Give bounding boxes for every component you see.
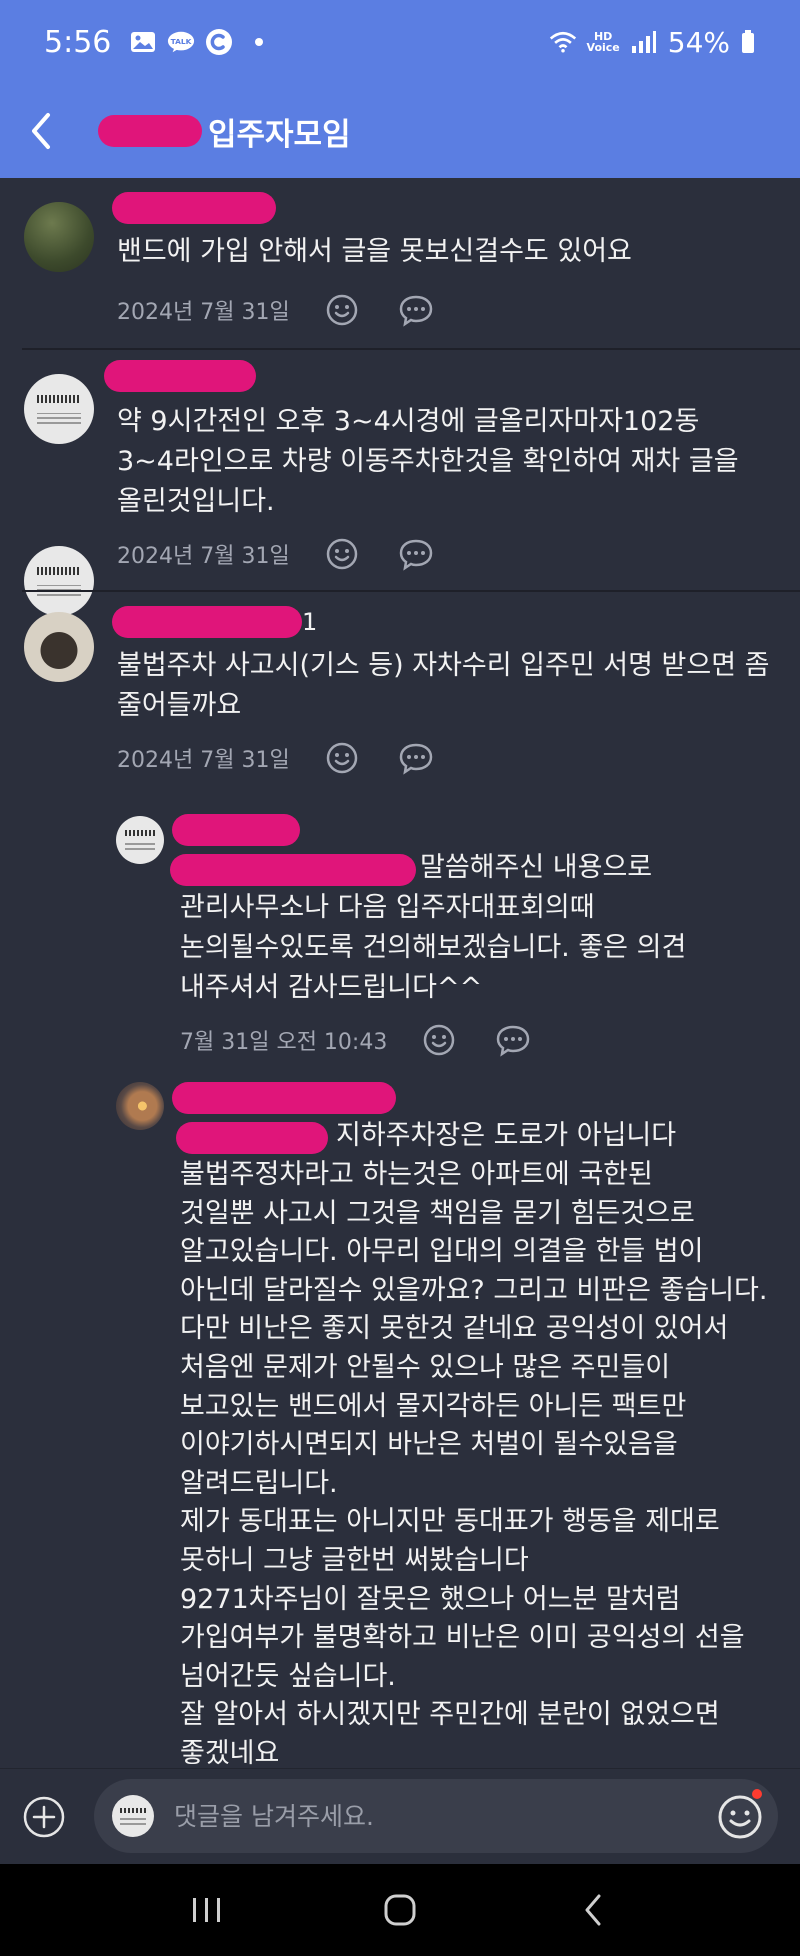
status-system-icons: HD Voice 54%: [549, 26, 756, 59]
signal-icon: [630, 30, 658, 54]
comment-date: 2024년 7월 31일: [117, 748, 290, 773]
reply-button[interactable]: [398, 740, 434, 776]
app-bar: 입주자모임: [0, 84, 800, 178]
chevron-left-icon: [32, 113, 50, 149]
page-title-wrap: 입주자모임: [98, 109, 351, 154]
new-badge-dot: [752, 1789, 762, 1799]
avatar[interactable]: [24, 374, 94, 444]
hd-voice-icon: HD Voice: [586, 30, 620, 54]
chat-bubble-icon: [399, 295, 432, 327]
redacted-mention: [176, 1122, 328, 1154]
redacted-author-name: [172, 1082, 396, 1114]
reply-text-first-line: 지하주차장은 도로가 아닙니다: [336, 1120, 677, 1151]
divider: [22, 590, 800, 592]
my-avatar: [112, 1795, 154, 1837]
comment-text: 약 9시간전인 오후 3~4시경에 글올리자마자102동 3~4라인으로 차량 …: [117, 406, 739, 517]
system-nav-bar: [0, 1864, 800, 1956]
reply-button[interactable]: [398, 536, 434, 572]
system-back-button[interactable]: [563, 1880, 623, 1940]
avatar[interactable]: [116, 816, 164, 864]
home-icon: [384, 1894, 416, 1926]
wifi-icon: [549, 30, 577, 54]
redacted-author-name: [112, 192, 276, 224]
author-name-suffix: 1: [302, 608, 318, 636]
recents-button[interactable]: [177, 1880, 237, 1940]
page-title: 입주자모임: [208, 116, 351, 153]
avatar[interactable]: [116, 1082, 164, 1130]
comment-text: 밴드에 가입 안해서 글을 못보신걸수도 있어요: [117, 236, 632, 267]
comment-input-wrap[interactable]: [94, 1779, 778, 1853]
reaction-button[interactable]: [324, 740, 360, 776]
status-time: 5:56: [44, 24, 112, 60]
smiley-icon: [326, 294, 357, 326]
avatar[interactable]: [24, 612, 94, 682]
reaction-button[interactable]: [324, 536, 360, 572]
reply-date: 7월 31일 오전 10:43: [180, 1030, 388, 1055]
redacted-mention: [170, 854, 416, 886]
recents-icon: [192, 1898, 220, 1922]
redacted-band-name: [98, 115, 202, 147]
battery-percent: 54%: [667, 25, 730, 59]
avatar[interactable]: [24, 546, 94, 616]
status-notification-icons: TALK: [129, 29, 264, 55]
comment-text: 불법주차 사고시(기스 등) 자차수리 입주민 서명 받으면 좀 줄어들까요: [117, 650, 770, 721]
comment-input-bar: [0, 1768, 800, 1864]
reply-text: 불법주정차라고 하는것은 아파트에 국한된 것일뿐 사고시 그것을 책임을 묻기…: [180, 1159, 768, 1768]
redacted-author-name: [104, 360, 256, 392]
c-app-icon: [205, 29, 233, 55]
smiley-icon: [326, 742, 357, 774]
svg-text:TALK: TALK: [171, 37, 192, 46]
talk-icon: TALK: [167, 30, 195, 54]
smiley-icon: [424, 1024, 455, 1056]
sticker-button[interactable]: [716, 1793, 764, 1841]
chat-bubble-icon: [399, 743, 432, 775]
add-attachment-button[interactable]: [22, 1795, 66, 1839]
chat-bubble-icon: [497, 1025, 530, 1057]
chat-bubble-icon: [399, 539, 432, 571]
battery-icon: [740, 30, 756, 54]
comment-item: 밴드에 가입 안해서 글을 못보신걸수도 있어요 2024년 7월 31일: [0, 178, 800, 348]
reaction-button[interactable]: [324, 292, 360, 328]
redacted-author-name: [112, 606, 302, 638]
reply-text-first-line: 말씀해주신 내용으로: [420, 852, 653, 883]
redacted-author-name: [172, 814, 300, 846]
reply-text: 관리사무소나 다음 입주자대표회의때 논의될수있도록 건의해보겠습니다. 좋은 …: [180, 892, 687, 1003]
smiley-icon: [718, 1795, 762, 1839]
home-button[interactable]: [370, 1880, 430, 1940]
comment-meta: 2024년 7월 31일: [117, 292, 472, 328]
comment-date: 2024년 7월 31일: [117, 544, 290, 569]
gallery-icon: [129, 30, 157, 54]
reply-button[interactable]: [398, 292, 434, 328]
smiley-icon: [326, 538, 357, 570]
reply-button[interactable]: [495, 1022, 531, 1058]
back-icon: [585, 1894, 601, 1926]
plus-circle-icon: [23, 1796, 65, 1838]
notification-dot-icon: [255, 38, 264, 46]
avatar[interactable]: [24, 202, 94, 272]
comment-feed[interactable]: 밴드에 가입 안해서 글을 못보신걸수도 있어요 2024년 7월 31일 약 …: [0, 178, 800, 1768]
back-button[interactable]: [0, 84, 80, 178]
comment-meta: 2024년 7월 31일: [117, 536, 472, 572]
comment-date: 2024년 7월 31일: [117, 300, 290, 325]
status-bar: 5:56 TALK HD Voice 54%: [0, 0, 800, 84]
comment-meta: 2024년 7월 31일: [117, 740, 472, 776]
comment-input[interactable]: [174, 1793, 654, 1839]
reply-meta: 7월 31일 오전 10:43: [180, 1022, 569, 1058]
reaction-button[interactable]: [421, 1022, 457, 1058]
